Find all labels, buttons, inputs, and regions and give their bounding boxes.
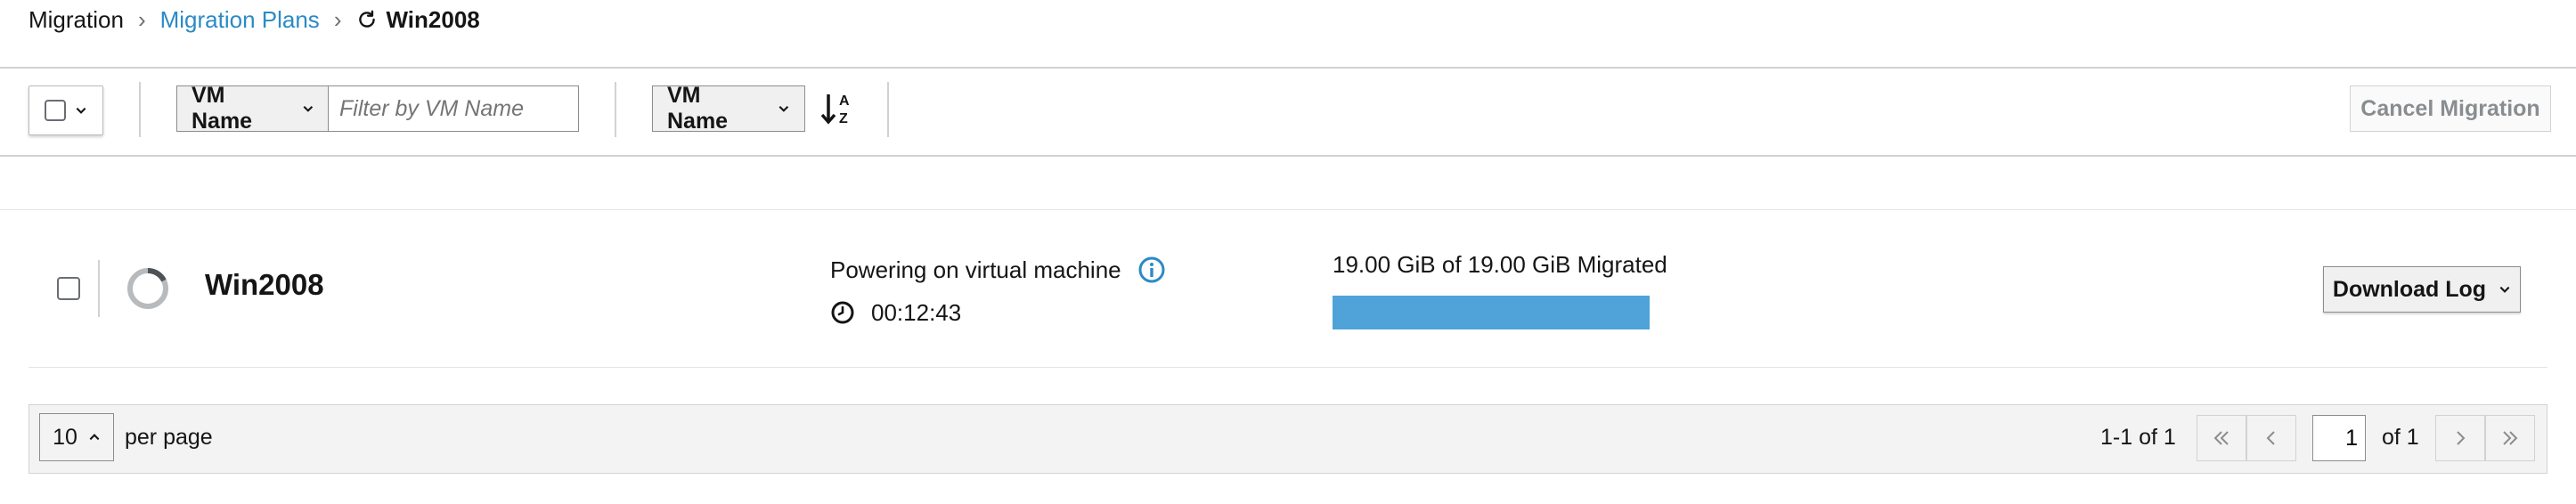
double-chevron-right-icon xyxy=(2503,431,2518,445)
last-page-button[interactable] xyxy=(2485,415,2535,461)
chevron-down-icon xyxy=(76,107,86,114)
toolbar-divider-bottom xyxy=(0,155,2576,157)
filter-vm-name-input[interactable] xyxy=(328,85,579,132)
row-select-checkbox[interactable] xyxy=(57,277,80,300)
svg-text:Z: Z xyxy=(839,111,848,126)
cancel-migration-button[interactable]: Cancel Migration xyxy=(2350,85,2551,132)
vm-name: Win2008 xyxy=(205,268,324,301)
download-log-label: Download Log xyxy=(2332,276,2487,302)
page-total: of 1 xyxy=(2382,425,2419,450)
chevron-down-icon xyxy=(303,105,314,112)
sort-attribute-label: VM Name xyxy=(667,83,729,134)
filter-attribute-dropdown[interactable]: VM Name xyxy=(176,83,330,134)
row-divider xyxy=(98,260,100,317)
per-page-value: 10 xyxy=(53,424,77,450)
vm-status-text: Powering on virtual machine xyxy=(830,256,1121,283)
breadcrumb-separator: › xyxy=(137,5,146,33)
first-page-button[interactable] xyxy=(2197,415,2246,461)
spinner-icon xyxy=(127,267,168,309)
chevron-down-icon xyxy=(779,105,789,112)
bulk-select-checkbox[interactable] xyxy=(45,100,66,121)
double-chevron-left-icon xyxy=(2213,431,2229,445)
download-log-button[interactable]: Download Log xyxy=(2323,266,2521,313)
sort-alpha-down-icon[interactable]: A Z xyxy=(818,87,860,130)
breadcrumb-current: Win2008 xyxy=(355,5,480,34)
breadcrumb-migration[interactable]: Migration xyxy=(29,6,124,34)
progress-label: 19.00 GiB of 19.00 GiB Migrated xyxy=(1333,251,1667,278)
toolbar-divider xyxy=(887,82,889,137)
chevron-right-icon xyxy=(2457,431,2466,445)
per-page-label: per page xyxy=(125,425,213,450)
bulk-select-dropdown[interactable] xyxy=(29,85,103,135)
elapsed-time-value: 00:12:43 xyxy=(871,298,962,326)
page-number-input[interactable] xyxy=(2312,415,2366,461)
info-icon[interactable] xyxy=(1137,256,1166,284)
per-page-dropdown[interactable]: 10 xyxy=(39,413,114,461)
chevron-down-icon xyxy=(2499,286,2510,293)
toolbar-divider xyxy=(615,82,616,137)
svg-text:A: A xyxy=(839,93,850,109)
migration-progress-bar xyxy=(1333,296,1650,329)
pagination-range: 1-1 of 1 xyxy=(2100,425,2176,450)
toolbar-divider xyxy=(139,82,141,137)
breadcrumb-migration-plans-link[interactable]: Migration Plans xyxy=(160,6,320,34)
breadcrumb-separator: › xyxy=(333,5,342,33)
filter-attribute-label: VM Name xyxy=(192,83,253,134)
chevron-up-icon xyxy=(89,434,100,441)
breadcrumb: Migration › Migration Plans › Win2008 xyxy=(29,0,480,39)
vm-elapsed-time: 00:12:43 xyxy=(830,297,961,328)
chevron-left-icon xyxy=(2266,431,2275,445)
clock-icon xyxy=(831,301,854,324)
sort-attribute-dropdown[interactable]: VM Name xyxy=(652,83,805,134)
header-divider xyxy=(0,67,2576,69)
next-page-button[interactable] xyxy=(2435,415,2485,461)
vm-status: Powering on virtual machine xyxy=(830,255,1166,285)
list-top-border xyxy=(0,209,2576,210)
breadcrumb-current-label: Win2008 xyxy=(386,5,480,33)
list-bottom-border xyxy=(29,367,2547,368)
refresh-icon[interactable] xyxy=(355,8,379,31)
previous-page-button[interactable] xyxy=(2246,415,2296,461)
progress-bar-fill xyxy=(1333,296,1650,329)
